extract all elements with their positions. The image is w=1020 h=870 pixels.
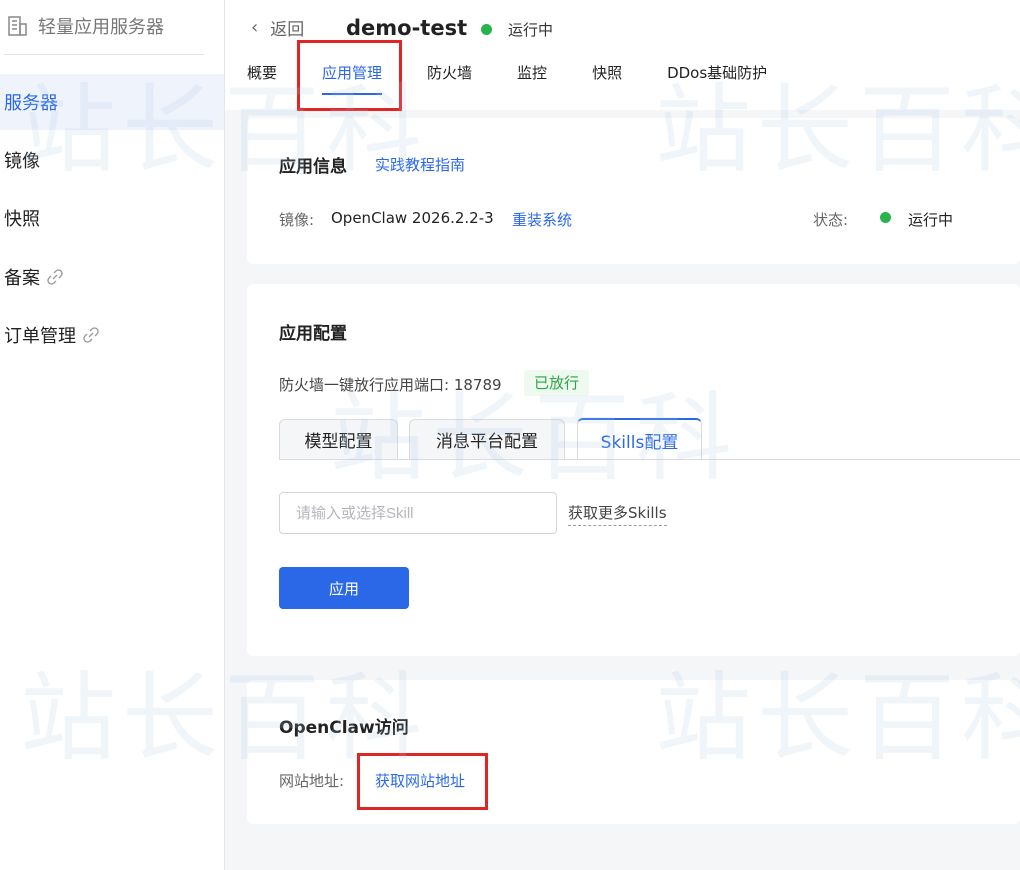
tab-firewall[interactable]: 防火墙	[427, 62, 472, 83]
app-info-card	[247, 118, 1020, 264]
site-address-label: 网站地址:	[279, 772, 345, 790]
sidebar-item-label: 备案	[4, 268, 40, 289]
sidebar: 轻量应用服务器 服务器 镜像 快照 备案 订单管理	[0, 0, 225, 870]
subtab-messaging-config[interactable]: 消息平台配置	[409, 419, 565, 459]
sidebar-item-snapshot[interactable]: 快照	[0, 190, 224, 246]
external-link-icon	[82, 326, 100, 344]
skill-search-input[interactable]	[279, 492, 557, 534]
building-icon	[8, 16, 27, 36]
image-label: 镜像:	[279, 211, 315, 229]
status-dot-icon	[481, 23, 492, 35]
tab-monitoring[interactable]: 监控	[517, 62, 547, 83]
sidebar-item-label: 订单管理	[4, 326, 76, 347]
subtab-model-config[interactable]: 模型配置	[279, 419, 398, 459]
image-value: OpenClaw 2026.2.2-3	[331, 209, 494, 227]
get-site-address-link[interactable]: 获取网站地址	[375, 770, 465, 791]
access-card	[247, 680, 1020, 824]
tab-bar: 概要 应用管理 防火墙 监控 快照 DDos基础防护	[247, 58, 812, 95]
sidebar-title-text: 轻量应用服务器	[38, 17, 164, 38]
apply-button[interactable]: 应用	[279, 567, 409, 609]
status-dot-icon	[880, 212, 891, 223]
subtab-skills-config[interactable]: Skills配置	[577, 418, 702, 460]
instance-name: demo-test	[346, 16, 468, 40]
sidebar-item-server[interactable]: 服务器	[0, 74, 224, 130]
tab-snapshot[interactable]: 快照	[592, 62, 622, 83]
status-text: 运行中	[508, 20, 554, 39]
sidebar-item-image[interactable]: 镜像	[0, 132, 224, 188]
chevron-left-icon: ‹	[251, 16, 259, 38]
sidebar-item-label: 快照	[4, 209, 40, 230]
reinstall-link[interactable]: 重装系统	[512, 209, 572, 230]
sidebar-item-label: 服务器	[4, 93, 58, 114]
app-info-title: 应用信息	[279, 157, 347, 177]
header: ‹ 返回 demo-test 运行中 概要 应用管理 防火墙 监控 快照 DDo…	[225, 0, 1020, 110]
sidebar-item-filing[interactable]: 备案	[0, 249, 224, 305]
tab-app-management[interactable]: 应用管理	[322, 62, 383, 95]
firewall-port-text: 防火墙一键放行应用端口: 18789	[279, 376, 502, 394]
more-skills-link[interactable]: 获取更多Skills	[568, 502, 667, 526]
back-button[interactable]: ‹ 返回	[251, 14, 304, 40]
status-label: 状态:	[813, 211, 849, 229]
instance-status: 运行中	[481, 16, 553, 42]
sidebar-title: 轻量应用服务器	[6, 12, 164, 40]
sidebar-item-label: 镜像	[4, 151, 40, 172]
firewall-allowed-badge: 已放行	[524, 370, 590, 396]
external-link-icon	[46, 268, 64, 286]
tab-overview[interactable]: 概要	[247, 62, 277, 83]
back-label: 返回	[270, 19, 305, 40]
app-config-title: 应用配置	[279, 324, 347, 344]
guide-link[interactable]: 实践教程指南	[375, 154, 465, 175]
status-value: 运行中	[908, 211, 954, 229]
sidebar-divider	[4, 54, 204, 55]
sidebar-item-orders[interactable]: 订单管理	[0, 307, 224, 363]
tab-ddos[interactable]: DDos基础防护	[667, 62, 767, 83]
subtab-divider	[279, 459, 1020, 460]
access-title: OpenClaw访问	[279, 718, 409, 738]
